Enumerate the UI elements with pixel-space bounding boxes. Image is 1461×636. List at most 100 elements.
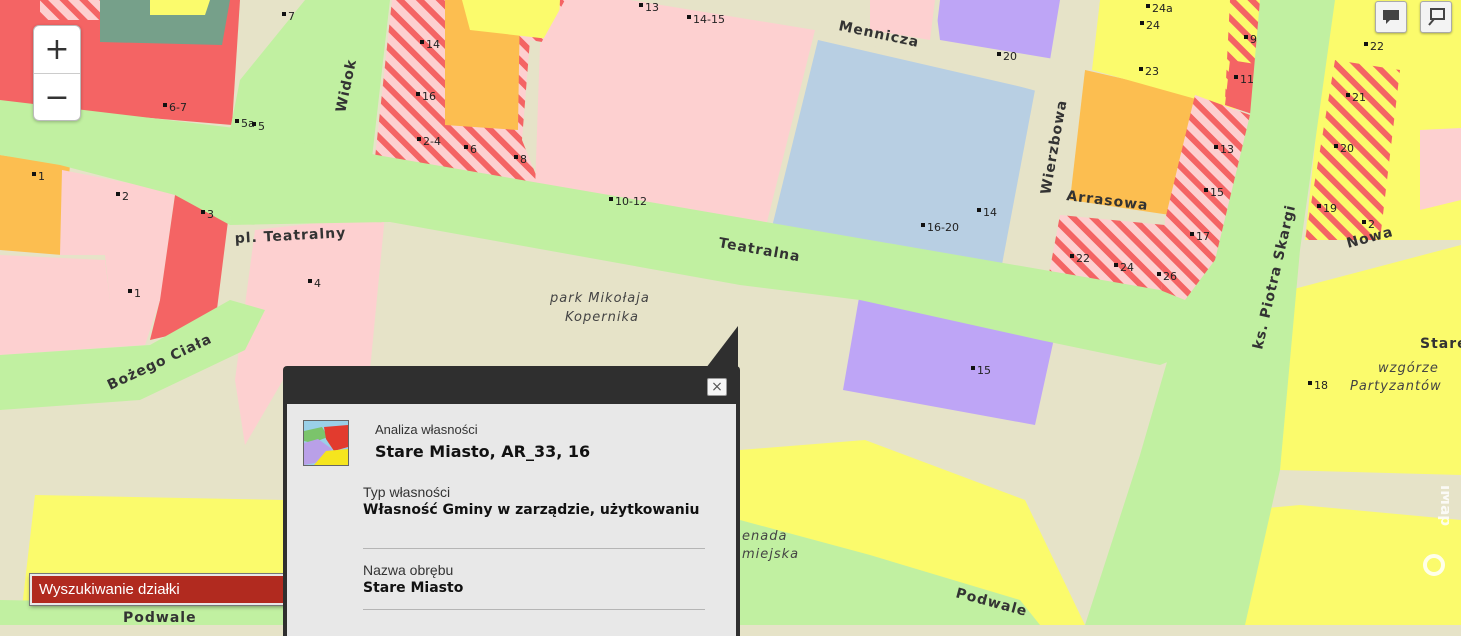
divider [363, 548, 705, 549]
address-dot [1070, 254, 1074, 258]
address-dot [1204, 188, 1208, 192]
imap-logo: iMap [1419, 480, 1455, 580]
parcel-hatched[interactable] [40, 0, 110, 20]
address-dot [116, 192, 120, 196]
address-number: 6-7 [169, 101, 187, 114]
address-number: 4 [314, 277, 321, 290]
address-number: 2 [122, 190, 129, 203]
address-dot [514, 155, 518, 159]
address-dot [997, 52, 1001, 56]
address-number: 8 [520, 153, 527, 166]
zoom-control: + − [33, 25, 81, 121]
address-dot [1214, 145, 1218, 149]
ownership-layer-icon [303, 420, 349, 466]
parcel-yellow[interactable] [150, 0, 210, 15]
comment-icon [1383, 10, 1399, 24]
parcel-orange[interactable] [0, 155, 70, 255]
divider [363, 609, 705, 610]
zoom-out-button[interactable]: − [34, 74, 80, 120]
address-number: 14-15 [693, 13, 725, 26]
popup-title: Stare Miasto, AR_33, 16 [375, 442, 591, 461]
address-number: 24 [1146, 19, 1160, 32]
address-number: 19 [1323, 202, 1337, 215]
address-number: 2 [1368, 218, 1375, 231]
address-dot [1317, 204, 1321, 208]
address-number: 11 [1240, 73, 1254, 86]
district-label: Stare [1420, 336, 1461, 352]
hill-label: Partyzantów [1350, 379, 1442, 394]
address-number: 13 [1220, 143, 1234, 156]
promenade-label: miejska [742, 547, 799, 562]
address-number: 6 [470, 143, 477, 156]
field-ownership-type: Typ własności Własność Gminy w zarządzie… [363, 484, 705, 519]
address-number: 22 [1076, 252, 1090, 265]
address-number: 1 [38, 170, 45, 183]
info-button[interactable] [1420, 1, 1452, 33]
address-dot [235, 119, 239, 123]
parcel-pink[interactable] [1420, 128, 1461, 210]
address-dot [252, 122, 256, 126]
address-number: 16 [422, 90, 436, 103]
address-number: 16-20 [927, 221, 959, 234]
address-dot [282, 12, 286, 16]
address-dot [1114, 263, 1118, 267]
field-value: Stare Miasto [363, 580, 464, 596]
parcel-search-title: Wyszukiwanie działki [39, 581, 180, 598]
address-dot [1362, 220, 1366, 224]
address-number: 15 [977, 364, 991, 377]
address-number: 3 [207, 208, 214, 221]
popup-body: Analiza własności Stare Miasto, AR_33, 1… [287, 404, 736, 636]
close-icon[interactable]: × [707, 378, 727, 396]
address-dot [416, 92, 420, 96]
address-dot [1157, 272, 1161, 276]
address-number: 24a [1152, 2, 1173, 15]
address-dot [417, 137, 421, 141]
address-number: 5 [258, 120, 265, 133]
address-number: 20 [1340, 142, 1354, 155]
address-dot [1146, 4, 1150, 8]
address-dot [609, 197, 613, 201]
address-number: 26 [1163, 270, 1177, 283]
field-label: Typ własności [363, 484, 451, 500]
address-dot [128, 289, 132, 293]
address-number: 14 [426, 38, 440, 51]
address-dot [639, 3, 643, 7]
address-number: 10-12 [615, 195, 647, 208]
address-number: 18 [1314, 379, 1328, 392]
field-value: Własność Gminy w zarządzie, użytkowaniu [363, 502, 700, 518]
address-dot [1346, 93, 1350, 97]
address-number: 24 [1120, 261, 1134, 274]
street-label-podwale-left: Podwale [123, 610, 197, 625]
info-pin-icon [1428, 8, 1445, 26]
address-dot [201, 210, 205, 214]
brand-name: iMap [1437, 485, 1449, 526]
address-number: 7 [288, 10, 295, 23]
address-dot [420, 40, 424, 44]
address-dot [1190, 232, 1194, 236]
park-label: Kopernika [565, 310, 639, 325]
info-popup: × Analiza własności Stare Miasto, AR_33,… [283, 366, 740, 636]
address-dot [1139, 67, 1143, 71]
zoom-in-button[interactable]: + [34, 26, 80, 74]
address-number: 23 [1145, 65, 1159, 78]
address-number: 15 [1210, 186, 1224, 199]
address-dot [1140, 21, 1144, 25]
field-precinct-name: Nazwa obrębu Stare Miasto [363, 562, 705, 597]
comment-button[interactable] [1375, 1, 1407, 33]
address-number: 22 [1370, 40, 1384, 53]
address-dot [1364, 42, 1368, 46]
address-dot [1244, 35, 1248, 39]
address-dot [971, 366, 975, 370]
park-label: park Mikołaja [549, 291, 650, 306]
address-dot [32, 172, 36, 176]
field-label: Nazwa obrębu [363, 562, 454, 578]
address-number: 13 [645, 1, 659, 14]
address-number: 14 [983, 206, 997, 219]
address-dot [163, 103, 167, 107]
address-number: 9 [1250, 33, 1257, 46]
promenade-label: enada [742, 529, 787, 544]
address-number: 17 [1196, 230, 1210, 243]
popup-pointer [706, 326, 738, 368]
address-number: 21 [1352, 91, 1366, 104]
address-dot [977, 208, 981, 212]
